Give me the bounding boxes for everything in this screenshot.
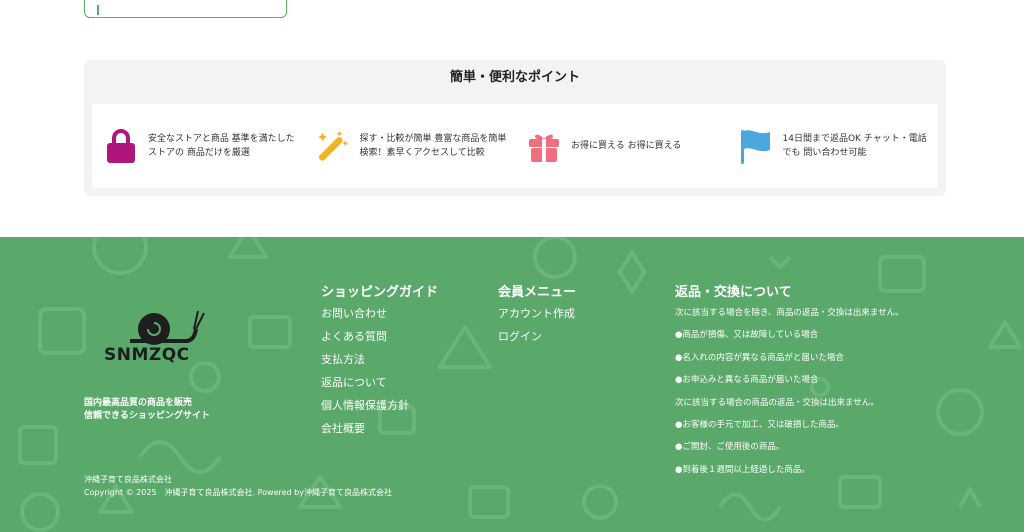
- tagline-line: 信頼できるショッピングサイト: [84, 411, 210, 421]
- point-item-deal: お得に買える お得に買える: [515, 129, 727, 163]
- shopping-guide-column: ショッピングガイド お問い合わせ よくある質問 支払方法 返品について 個人情報…: [321, 281, 438, 440]
- footer-logo[interactable]: SNMZQC: [104, 307, 206, 365]
- footer-link-payment[interactable]: 支払方法: [321, 348, 438, 371]
- point-item-search: 探す・比較が簡単 豊富な商品を簡単検索！素早くアクセスして比較: [304, 129, 516, 163]
- footer-link-company[interactable]: 会社概要: [321, 417, 438, 440]
- point-item-return: 14日間まで返品OK チャット・電話でも 問い合わせ可能: [727, 129, 939, 164]
- return-policy-column: 返品・交換について 次に該当する場合を除き、商品の返品・交換は出来ません。 ●商…: [675, 281, 904, 481]
- snail-icon: [130, 310, 205, 345]
- footer-company-info: 沖縄子育て良品株式会社 Copyright © 2025 沖縄子育て良品株式会社…: [84, 473, 392, 499]
- return-policy-line: ●到着後１週間以上経過した商品。: [675, 464, 810, 475]
- top-outline-button[interactable]: [84, 0, 287, 18]
- footer-link-faq[interactable]: よくある質問: [321, 325, 438, 348]
- tagline-line: 国内最高品質の商品を販売: [84, 398, 193, 408]
- logo-text: SNMZQC: [104, 345, 190, 365]
- return-policy-line: ●商品が損傷、又は故障している場合: [675, 330, 819, 341]
- copyright-text: Copyright © 2025 沖縄子育て良品株式会社. Powered by…: [84, 488, 392, 497]
- point-text: お得に買える お得に買える: [571, 141, 682, 151]
- return-policy-line: ●名入れの内容が異なる商品がと届いた場合: [675, 352, 844, 363]
- member-menu-title: 会員メニュー: [498, 285, 577, 300]
- point-text: 安全なストアと商品 基準を満たしたストアの 商品だけを厳選: [148, 134, 295, 158]
- gift-icon: [527, 129, 561, 163]
- point-text: 14日間まで返品OK チャット・電話でも 問い合わせ可能: [782, 134, 927, 158]
- return-policy-line: ●ご開封、ご使用後の商品。: [675, 442, 785, 453]
- points-title: 簡単・便利なポイント: [449, 70, 580, 85]
- point-item-safety: 安全なストアと商品 基準を満たしたストアの 商品だけを厳選: [92, 129, 304, 163]
- convenience-points-panel: 簡単・便利なポイント 安全なストアと商品 基準を満たしたストアの 商品だけを厳選: [84, 60, 946, 196]
- flag-icon: [739, 129, 773, 164]
- points-list: 安全なストアと商品 基準を満たしたストアの 商品だけを厳選 探す・比較が簡単 豊…: [92, 104, 938, 188]
- magic-wand-icon: [316, 129, 350, 163]
- return-policy-line: 次に該当する場合を除き、商品の返品・交換は出来ません。: [675, 308, 904, 318]
- return-policy-title: 返品・交換について: [675, 285, 792, 300]
- member-menu-column: 会員メニュー アカウント作成 ログイン: [498, 281, 576, 348]
- footer-tagline: 国内最高品質の商品を販売 信頼できるショッピングサイト: [84, 397, 210, 423]
- footer-link-privacy[interactable]: 個人情報保護方針: [321, 394, 438, 417]
- lock-icon: [104, 129, 138, 163]
- footer-link-login[interactable]: ログイン: [498, 325, 576, 348]
- site-footer: SNMZQC 国内最高品質の商品を販売 信頼できるショッピングサイト 沖縄子育て…: [0, 237, 1024, 532]
- footer-link-returns[interactable]: 返品について: [321, 371, 438, 394]
- company-name: 沖縄子育て良品株式会社: [84, 475, 172, 484]
- footer-link-create-account[interactable]: アカウント作成: [498, 302, 576, 325]
- point-text: 探す・比較が簡単 豊富な商品を簡単検索！素早くアクセスして比較: [359, 134, 507, 158]
- return-policy-line: ●お申込みと異なる商品が届いた場合: [675, 375, 819, 386]
- footer-link-contact[interactable]: お問い合わせ: [321, 302, 438, 325]
- return-policy-line: ●お客様の手元で加工、又は破損した商品。: [675, 420, 844, 431]
- button-icon-stub: [97, 5, 99, 15]
- return-policy-line: 次に該当する場合の商品の返品・交換は出来ません。: [675, 397, 879, 408]
- shopping-guide-title: ショッピングガイド: [321, 285, 439, 300]
